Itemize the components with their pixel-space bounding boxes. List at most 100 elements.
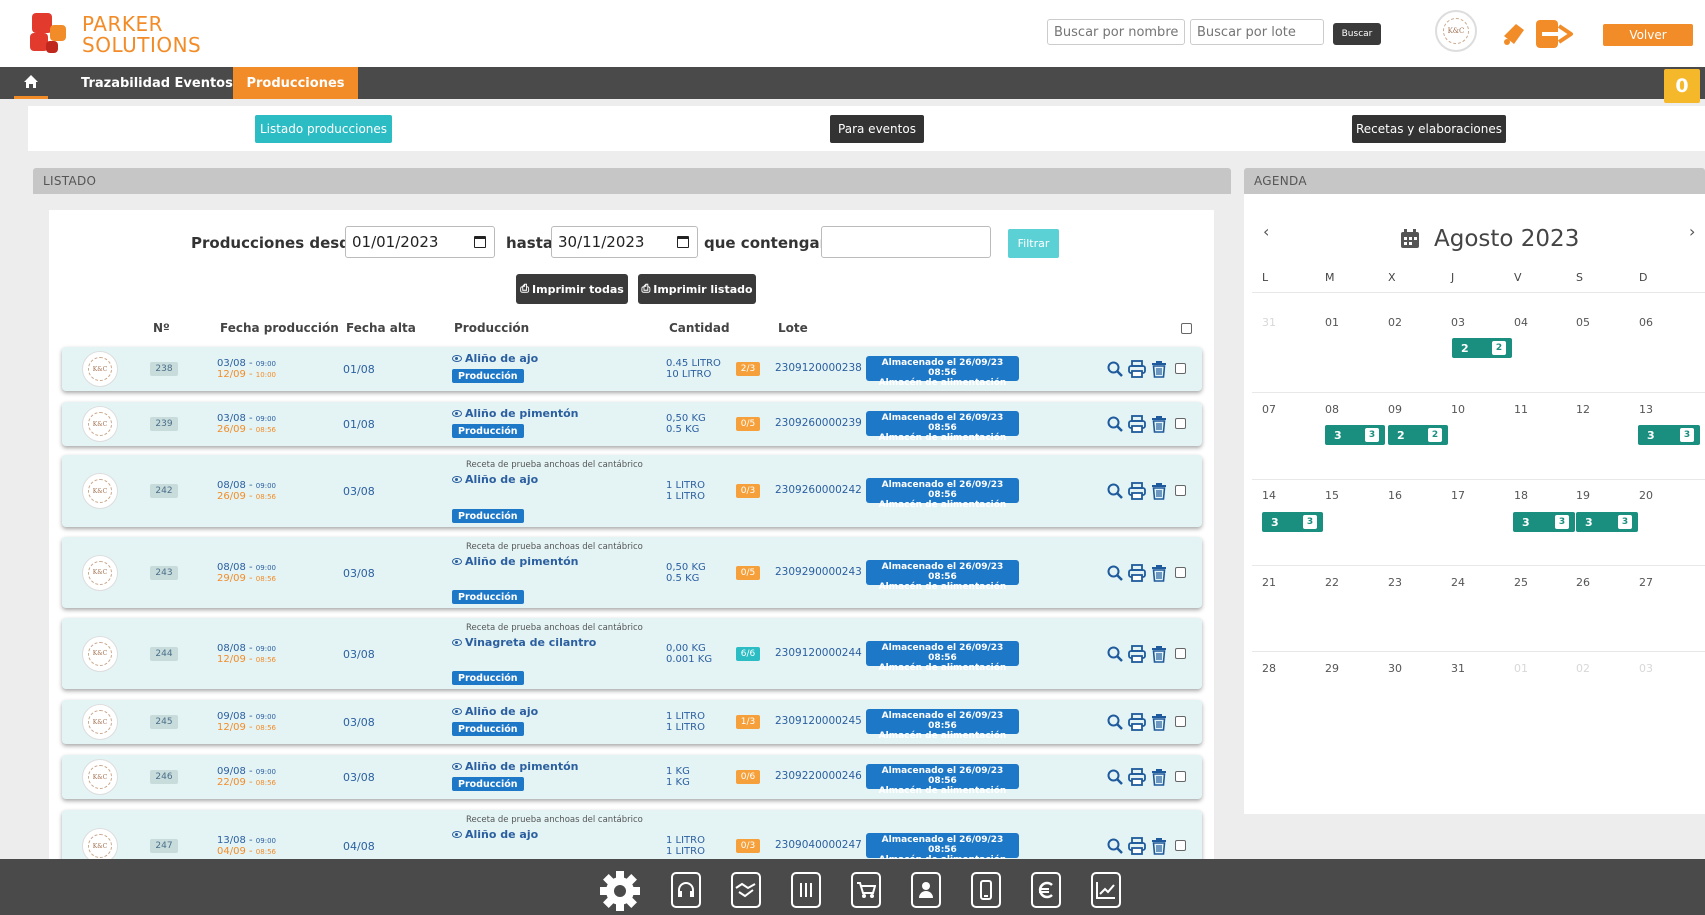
trash-icon[interactable] [1150, 837, 1168, 855]
calendar-day[interactable]: 17 [1451, 489, 1465, 502]
calendar-event[interactable]: 2 2 [1452, 338, 1512, 358]
calendar-day[interactable]: 21 [1262, 576, 1276, 589]
print-icon[interactable] [1128, 644, 1146, 663]
print-icon[interactable] [1128, 837, 1146, 855]
calendar-day[interactable]: 03 [1451, 316, 1465, 329]
logout-icon[interactable] [1535, 18, 1575, 50]
avatar[interactable]: K&C [1435, 10, 1477, 52]
calendar-day[interactable]: 16 [1388, 489, 1402, 502]
row-producto-link[interactable]: Aliño de ajo [452, 473, 538, 486]
print-icon[interactable] [1128, 415, 1146, 433]
table-row[interactable]: K&C 239 03/08 - 09:00 26/09 - 08:56 01/0… [62, 402, 1202, 446]
search-icon[interactable] [1106, 645, 1124, 663]
trash-icon[interactable] [1150, 645, 1168, 663]
calendar-day[interactable]: 09 [1388, 403, 1402, 416]
calendar-icon[interactable] [677, 236, 689, 248]
date-from-input[interactable]: 01/01/2023 [345, 226, 495, 258]
table-row[interactable]: K&C 245 09/08 - 09:00 12/09 - 08:56 03/0… [62, 700, 1202, 744]
trash-icon[interactable] [1150, 360, 1168, 378]
imprimir-todas-button[interactable]: ⎙ Imprimir todas [516, 274, 628, 304]
row-checkbox[interactable] [1175, 363, 1186, 374]
table-row[interactable]: K&C 243 08/08 - 09:00 29/09 - 08:56 03/0… [62, 537, 1202, 608]
calendar-day[interactable]: 30 [1388, 662, 1402, 675]
calendar-day[interactable]: 18 [1514, 489, 1528, 502]
calendar-day[interactable]: 25 [1514, 576, 1528, 589]
search-icon[interactable] [1106, 768, 1124, 786]
next-month-icon[interactable]: › [1689, 222, 1695, 241]
search-icon[interactable] [1106, 482, 1124, 500]
cart-icon[interactable] [851, 872, 881, 908]
calendar-event[interactable]: 3 3 [1262, 512, 1323, 532]
calendar-icon[interactable] [474, 236, 486, 248]
trash-icon[interactable] [1150, 415, 1168, 433]
bell-icon[interactable] [1500, 20, 1528, 48]
print-icon[interactable] [1128, 360, 1146, 378]
calendar-event[interactable]: 3 3 [1638, 425, 1700, 445]
row-checkbox[interactable] [1175, 418, 1186, 429]
chart-icon[interactable] [1091, 872, 1121, 908]
row-producto-link[interactable]: Aliño de pimentón [452, 760, 578, 773]
headset-icon[interactable] [671, 872, 701, 908]
calendar-day[interactable]: 07 [1262, 403, 1276, 416]
calendar-day[interactable]: 04 [1514, 316, 1528, 329]
row-checkbox[interactable] [1175, 485, 1186, 496]
print-icon[interactable] [1128, 563, 1146, 582]
date-to-input[interactable]: 30/11/2023 [551, 226, 698, 258]
calendar-day[interactable]: 29 [1325, 662, 1339, 675]
calendar-day[interactable]: 19 [1576, 489, 1590, 502]
contains-input[interactable] [821, 226, 991, 258]
search-by-name-input[interactable] [1047, 19, 1185, 45]
calendar-event[interactable]: 3 3 [1513, 512, 1575, 532]
row-producto-link[interactable]: Aliño de ajo [452, 705, 538, 718]
calendar-day[interactable]: 01 [1325, 316, 1339, 329]
users-icon[interactable] [911, 872, 941, 908]
menu-cutlery-icon[interactable] [791, 872, 821, 908]
gear-icon[interactable] [598, 869, 642, 913]
calendar-day[interactable]: 24 [1451, 576, 1465, 589]
calendar-day[interactable]: 31 [1451, 662, 1465, 675]
calendar-day[interactable]: 23 [1388, 576, 1402, 589]
calendar-day[interactable]: 13 [1639, 403, 1653, 416]
row-checkbox[interactable] [1175, 840, 1186, 851]
recetas-elaboraciones-button[interactable]: Recetas y elaboraciones [1352, 115, 1506, 143]
row-producto-link[interactable]: Aliño de ajo [452, 828, 538, 841]
calendar-day[interactable]: 03 [1639, 662, 1653, 675]
calendar-day[interactable]: 15 [1325, 489, 1339, 502]
table-row[interactable]: K&C 244 08/08 - 09:00 12/09 - 08:56 03/0… [62, 618, 1202, 689]
calendar-day[interactable]: 22 [1325, 576, 1339, 589]
table-row[interactable]: K&C 238 03/08 - 09:00 12/09 - 10:00 01/0… [62, 347, 1202, 391]
calendar-day[interactable]: 01 [1514, 662, 1528, 675]
search-icon[interactable] [1106, 837, 1124, 855]
row-producto-link[interactable]: Vinagreta de cilantro [452, 636, 596, 649]
search-icon[interactable] [1106, 713, 1124, 731]
calendar-event[interactable]: 3 3 [1325, 425, 1385, 445]
listado-producciones-button[interactable]: Listado producciones [255, 115, 392, 143]
calendar-day[interactable]: 11 [1514, 403, 1528, 416]
calendar-event[interactable]: 3 3 [1576, 512, 1638, 532]
nav-item-trazabilidad[interactable]: Trazabilidad Eventos [81, 67, 233, 99]
calendar-event[interactable]: 2 2 [1388, 425, 1448, 445]
notification-badge[interactable]: 0 [1664, 69, 1700, 103]
search-icon[interactable] [1106, 360, 1124, 378]
mobile-icon[interactable] [971, 872, 1001, 908]
calendar-day[interactable]: 14 [1262, 489, 1276, 502]
trash-icon[interactable] [1150, 564, 1168, 582]
imprimir-listado-button[interactable]: ⎙ Imprimir listado [638, 274, 756, 304]
calendar-day[interactable]: 05 [1576, 316, 1590, 329]
calendar-day[interactable]: 27 [1639, 576, 1653, 589]
table-row[interactable]: K&C 242 08/08 - 09:00 26/09 - 08:56 03/0… [62, 455, 1202, 527]
search-icon[interactable] [1106, 564, 1124, 582]
search-icon[interactable] [1106, 415, 1124, 433]
calendar-day[interactable]: 12 [1576, 403, 1590, 416]
calendar-day[interactable]: 06 [1639, 316, 1653, 329]
calendar-day[interactable]: 20 [1639, 489, 1653, 502]
calendar-day[interactable]: 31 [1262, 316, 1276, 329]
prev-month-icon[interactable]: ‹ [1263, 222, 1269, 241]
volver-button[interactable]: Volver [1603, 24, 1693, 46]
row-producto-link[interactable]: Aliño de pimentón [452, 555, 578, 568]
calendar-day[interactable]: 02 [1388, 316, 1402, 329]
select-all-checkbox[interactable] [1181, 323, 1192, 334]
table-row[interactable]: K&C 246 09/08 - 09:00 22/09 - 08:56 03/0… [62, 755, 1202, 799]
trash-icon[interactable] [1150, 713, 1168, 731]
row-checkbox[interactable] [1175, 647, 1186, 659]
